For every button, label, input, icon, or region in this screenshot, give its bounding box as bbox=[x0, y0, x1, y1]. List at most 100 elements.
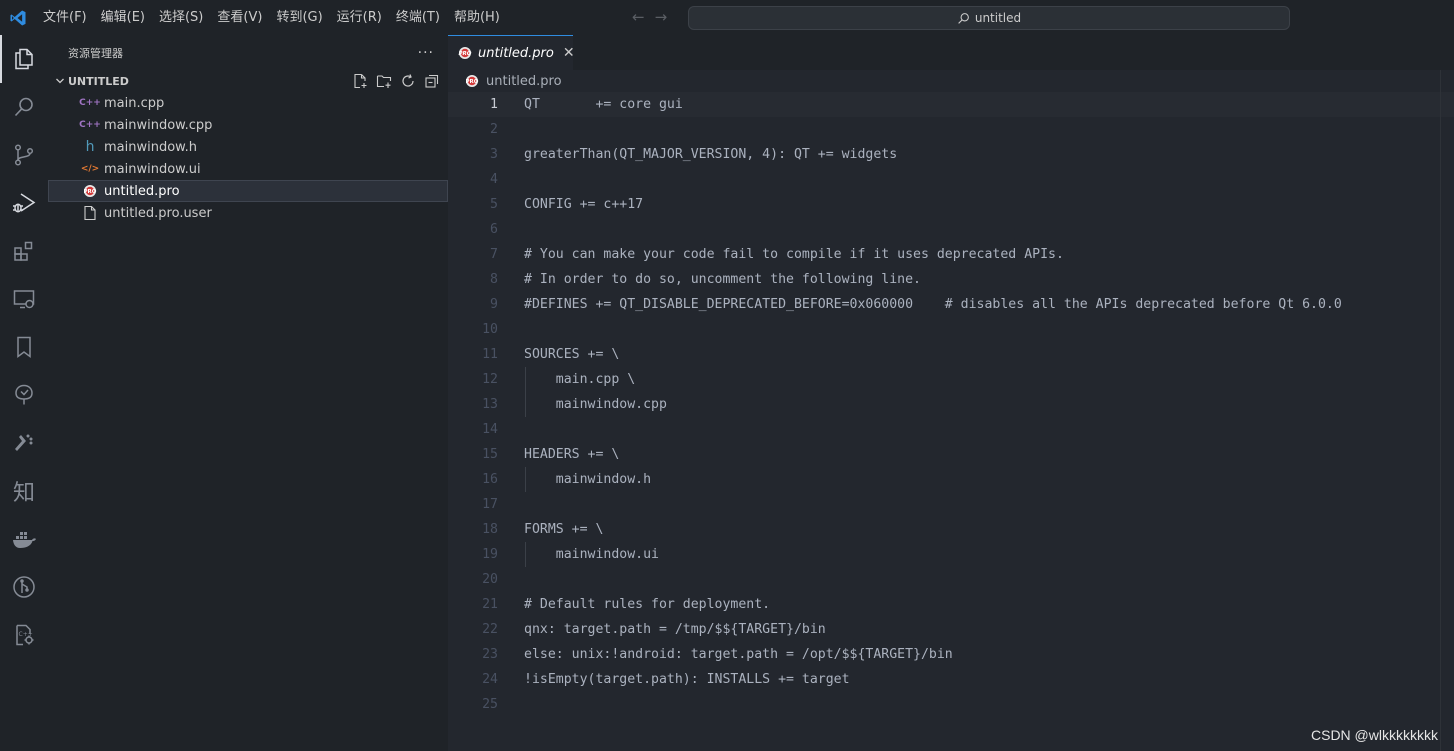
breadcrumb-item[interactable]: untitled.pro bbox=[486, 74, 562, 89]
docker-icon[interactable] bbox=[0, 515, 48, 563]
search-icon bbox=[958, 12, 969, 24]
file-item[interactable]: C++ main.cpp bbox=[48, 92, 448, 114]
code-line[interactable]: 8 # In order to do so, uncomment the foll… bbox=[448, 267, 1454, 292]
code-text: mainwindow.ui bbox=[524, 547, 659, 562]
vertical-scrollbar[interactable] bbox=[1440, 70, 1454, 751]
code-line[interactable]: 7 # You can make your code fail to compil… bbox=[448, 242, 1454, 267]
line-number: 10 bbox=[482, 322, 498, 337]
code-text: # In order to do so, uncomment the follo… bbox=[524, 272, 921, 287]
menu-item-5[interactable]: 运行(R) bbox=[330, 0, 389, 35]
code-text: mainwindow.h bbox=[524, 472, 652, 487]
line-number: 13 bbox=[482, 397, 498, 412]
line-number: 22 bbox=[482, 622, 498, 637]
menu-item-7[interactable]: 帮助(H) bbox=[447, 0, 507, 35]
file-name: mainwindow.cpp bbox=[104, 117, 213, 133]
file-item[interactable]: untitled.pro.user bbox=[48, 202, 448, 224]
code-line[interactable]: 19 mainwindow.ui bbox=[448, 542, 1454, 567]
close-icon[interactable]: ✕ bbox=[563, 45, 575, 61]
line-number: 6 bbox=[490, 222, 498, 237]
code-line[interactable]: 20 bbox=[448, 567, 1454, 592]
code-line[interactable]: 17 bbox=[448, 492, 1454, 517]
code-line[interactable]: 2 bbox=[448, 117, 1454, 142]
code-line[interactable]: 16 mainwindow.h bbox=[448, 467, 1454, 492]
code-line[interactable]: 11 SOURCES += \ bbox=[448, 342, 1454, 367]
line-number: 24 bbox=[482, 672, 498, 687]
code-text: qnx: target.path = /tmp/$${TARGET}/bin bbox=[524, 622, 826, 637]
menu-item-3[interactable]: 查看(V) bbox=[210, 0, 269, 35]
workspace-section-header[interactable]: UNTITLED bbox=[48, 70, 448, 92]
file-item[interactable]: h mainwindow.h bbox=[48, 136, 448, 158]
code-line[interactable]: 21 # Default rules for deployment. bbox=[448, 592, 1454, 617]
line-number: 18 bbox=[482, 522, 498, 537]
code-line[interactable]: 9 #DEFINES += QT_DISABLE_DEPRECATED_BEFOR… bbox=[448, 292, 1454, 317]
file-name: main.cpp bbox=[104, 95, 165, 111]
line-number: 1 bbox=[490, 97, 498, 112]
code-line[interactable]: 22 qnx: target.path = /tmp/$${TARGET}/bin bbox=[448, 617, 1454, 642]
remote-explorer-icon[interactable] bbox=[0, 275, 48, 323]
breadcrumb: PRO untitled.pro bbox=[448, 70, 1454, 92]
code-line[interactable]: 15 HEADERS += \ bbox=[448, 442, 1454, 467]
extensions-icon[interactable] bbox=[0, 227, 48, 275]
tab-untitled-pro[interactable]: PRO untitled.pro ✕ bbox=[448, 35, 575, 70]
file-item[interactable]: PRO untitled.pro bbox=[48, 180, 448, 202]
tab-label: untitled.pro bbox=[478, 45, 554, 61]
navigation-arrows: ← → bbox=[632, 8, 667, 26]
run-debug-icon[interactable] bbox=[0, 179, 48, 227]
xml-icon: </> bbox=[80, 164, 100, 174]
code-text: greaterThan(QT_MAJOR_VERSION, 4): QT += … bbox=[524, 147, 898, 162]
code-text: mainwindow.cpp bbox=[524, 397, 667, 412]
collapse-all-icon[interactable] bbox=[424, 73, 440, 89]
file-item[interactable]: </> mainwindow.ui bbox=[48, 158, 448, 180]
svg-text:PRO: PRO bbox=[466, 79, 479, 85]
bookmarks-icon[interactable] bbox=[0, 323, 48, 371]
line-number: 20 bbox=[482, 572, 498, 587]
source-control-icon[interactable] bbox=[0, 131, 48, 179]
code-line[interactable]: 3 greaterThan(QT_MAJOR_VERSION, 4): QT +=… bbox=[448, 142, 1454, 167]
qt-pro-icon: PRO bbox=[82, 183, 98, 199]
line-number: 15 bbox=[482, 447, 498, 462]
code-line[interactable]: 25 bbox=[448, 692, 1454, 717]
code-text: FORMS += \ bbox=[524, 522, 604, 537]
chevron-down-icon[interactable] bbox=[52, 76, 68, 86]
line-number: 16 bbox=[482, 472, 498, 487]
code-editor[interactable]: 1 QT += core gui 2 3 greaterThan(QT_MAJOR_VE… bbox=[448, 92, 1454, 717]
new-file-icon[interactable] bbox=[352, 73, 368, 89]
menu-item-4[interactable]: 转到(G) bbox=[269, 0, 329, 35]
git-graph-icon[interactable] bbox=[0, 563, 48, 611]
code-line[interactable]: 6 bbox=[448, 217, 1454, 242]
search-icon[interactable] bbox=[0, 83, 48, 131]
forward-arrow-icon[interactable]: → bbox=[655, 8, 668, 26]
tree-view-icon[interactable] bbox=[0, 371, 48, 419]
code-line[interactable]: 14 bbox=[448, 417, 1454, 442]
menu-item-0[interactable]: 文件(F) bbox=[36, 0, 94, 35]
file-item[interactable]: C++ mainwindow.cpp bbox=[48, 114, 448, 136]
file-tree: C++ main.cpp C++ mainwindow.cpp h mainwindow.… bbox=[48, 92, 448, 224]
menu-bar: 文件(F) 编辑(E) 选择(S) 查看(V) 转到(G) 运行(R) 终端(T) 帮助(H) bbox=[36, 0, 507, 35]
code-line[interactable]: 4 bbox=[448, 167, 1454, 192]
explorer-icon[interactable] bbox=[0, 35, 48, 83]
menu-item-2[interactable]: 选择(S) bbox=[152, 0, 210, 35]
new-folder-icon[interactable] bbox=[376, 73, 392, 89]
cpp-settings-icon[interactable]: C++ bbox=[0, 611, 48, 659]
vscode-logo-icon[interactable] bbox=[0, 0, 36, 35]
command-center-text: untitled bbox=[974, 11, 1022, 25]
line-number: 2 bbox=[490, 122, 498, 137]
refresh-icon[interactable] bbox=[400, 73, 416, 89]
menu-item-1[interactable]: 编辑(E) bbox=[94, 0, 152, 35]
code-text: #DEFINES += QT_DISABLE_DEPRECATED_BEFORE… bbox=[524, 297, 1342, 312]
code-line[interactable]: 5 CONFIG += c++17 bbox=[448, 192, 1454, 217]
code-line[interactable]: 10 bbox=[448, 317, 1454, 342]
more-actions-icon[interactable]: ··· bbox=[418, 45, 434, 61]
menu-item-6[interactable]: 终端(T) bbox=[389, 0, 447, 35]
code-line[interactable]: 18 FORMS += \ bbox=[448, 517, 1454, 542]
file-name: mainwindow.ui bbox=[104, 161, 201, 177]
cmake-icon[interactable] bbox=[0, 419, 48, 467]
code-line[interactable]: 12 main.cpp \ bbox=[448, 367, 1454, 392]
code-line[interactable]: 13 mainwindow.cpp bbox=[448, 392, 1454, 417]
code-line[interactable]: 23 else: unix:!android: target.path = /op… bbox=[448, 642, 1454, 667]
code-line[interactable]: 24 !isEmpty(target.path): INSTALLS += tar… bbox=[448, 667, 1454, 692]
back-arrow-icon[interactable]: ← bbox=[632, 8, 645, 26]
command-center-search[interactable]: untitled bbox=[688, 6, 1290, 30]
code-line[interactable]: 1 QT += core gui bbox=[448, 92, 1454, 117]
zhihu-icon[interactable]: 知 bbox=[0, 467, 48, 515]
